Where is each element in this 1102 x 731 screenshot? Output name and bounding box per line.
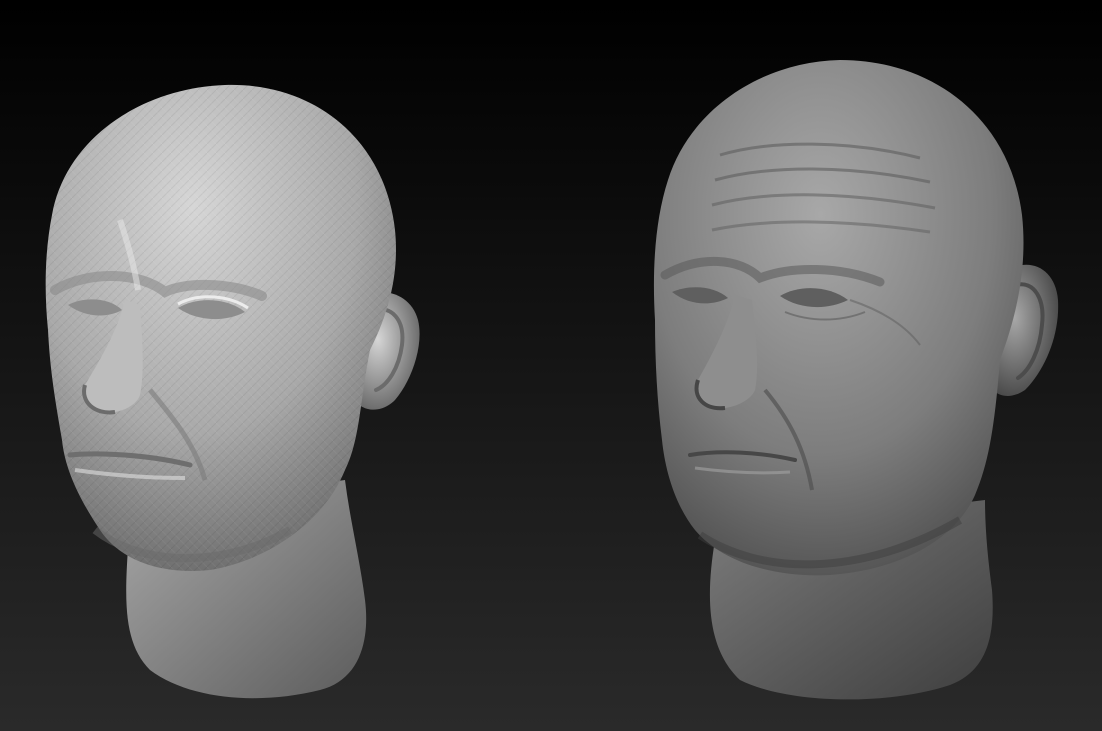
render-scene [0,0,1102,731]
face-right [653,60,1024,576]
viewport-canvas [0,0,1102,731]
